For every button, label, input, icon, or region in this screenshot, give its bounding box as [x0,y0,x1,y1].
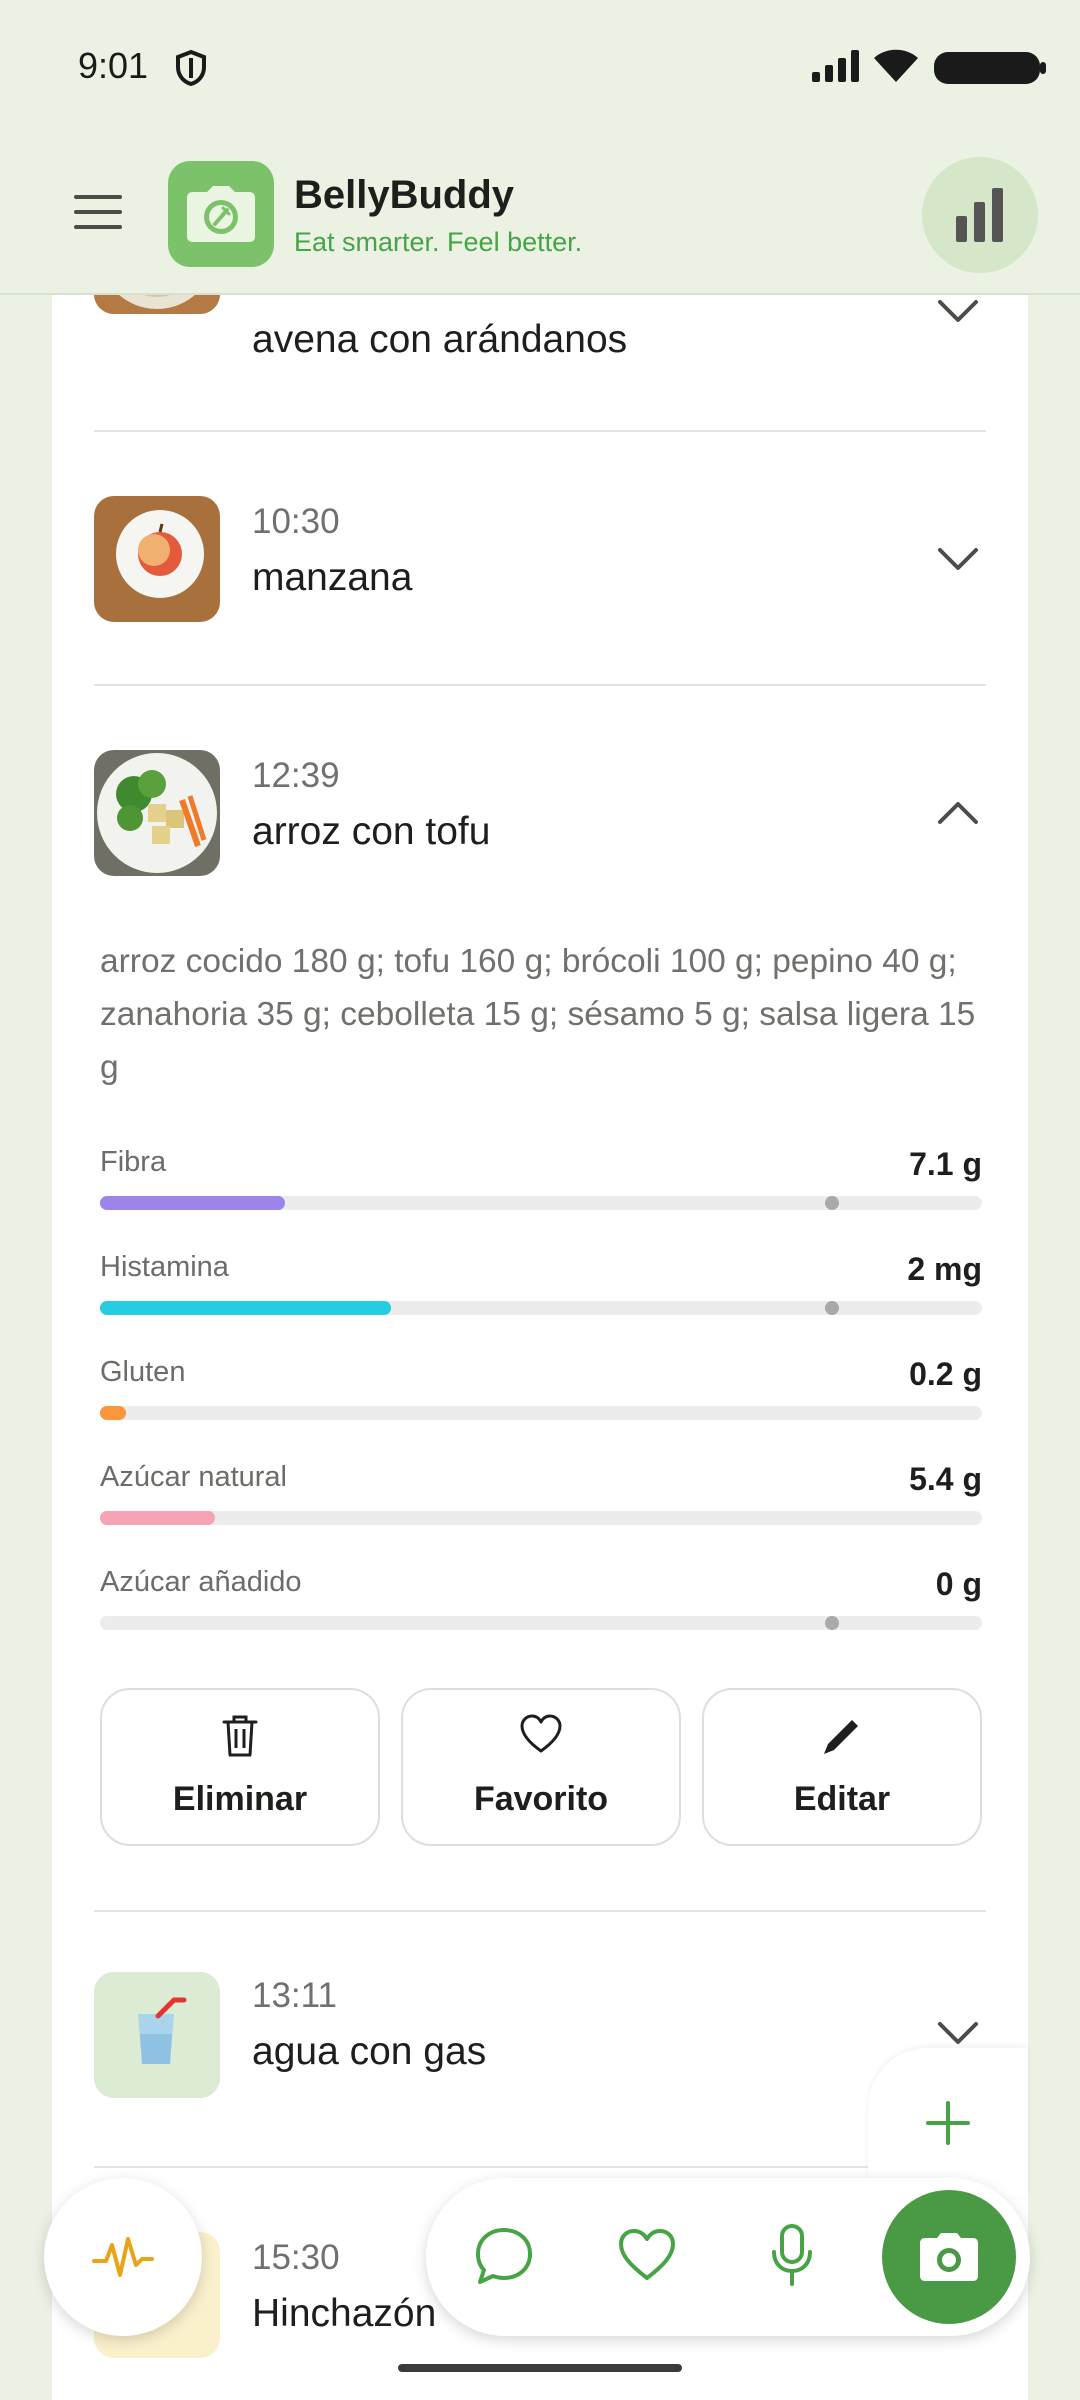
nutrient-row: Gluten 0.2 g [100,1356,982,1436]
nutrient-value: 0 g [935,1566,982,1602]
nutrient-label: Azúcar natural [100,1461,287,1493]
microphone-icon[interactable] [770,2224,814,2286]
nutrient-value: 2 mg [907,1251,982,1287]
nutrient-progress-track [100,1301,982,1315]
rice-tofu-bowl-photo [94,750,220,876]
chevron-up-icon[interactable] [936,798,980,828]
heart-icon[interactable] [618,2228,676,2282]
camera-button[interactable] [882,2190,1016,2324]
meal-time: 15:30 [252,2238,340,2277]
symptom-log-button[interactable] [44,2178,202,2336]
nutrient-progress-fill [100,1301,391,1315]
meal-time: 12:39 [252,756,340,795]
delete-button[interactable]: Eliminar [100,1688,380,1846]
chevron-down-icon[interactable] [936,2018,980,2048]
nutrient-progress-fill [100,1196,285,1210]
trash-icon [222,1715,258,1757]
apple-photo [94,496,220,622]
nutrient-row: Azúcar natural 5.4 g [100,1461,982,1541]
meal-name: arroz con tofu [252,810,491,853]
stats-button[interactable] [922,157,1038,273]
status-bar: 9:01 [0,0,1080,135]
edit-button[interactable]: Editar [702,1688,982,1846]
app-header: BellyBuddy Eat smarter. Feel better. [0,135,1080,295]
meal-time: 13:11 [252,1976,337,2015]
favorite-button[interactable]: Favorito [401,1688,681,1846]
camera-logo-icon [187,186,255,242]
meal-name: agua con gas [252,2030,487,2073]
pencil-icon [824,1720,858,1754]
plus-icon [926,2101,970,2145]
nutrient-progress-track [100,1511,982,1525]
nutrient-row: Fibra 7.1 g [100,1146,982,1226]
pulse-icon [92,2237,154,2277]
app-logo [168,161,274,267]
nutrient-value: 5.4 g [909,1461,982,1497]
nutrient-progress-track [100,1196,982,1210]
app-tagline: Eat smarter. Feel better. [294,227,583,257]
edit-label: Editar [793,1780,891,1818]
nutrient-progress-track [100,1616,982,1630]
meal-name: Hinchazón [252,2292,437,2335]
meal-item[interactable]: 10:30 manzana [52,432,1028,682]
chat-icon[interactable] [474,2226,534,2286]
nutrient-limit-marker [825,1616,839,1630]
chevron-down-icon[interactable] [936,544,980,574]
nutrient-value: 0.2 g [909,1356,982,1392]
add-button[interactable] [868,2048,1028,2198]
bottom-action-bar [426,2178,1030,2336]
delete-label: Eliminar [172,1780,308,1818]
camera-icon [920,2233,978,2281]
nutrient-row: Azúcar añadido 0 g [100,1566,982,1646]
nutrient-value: 7.1 g [909,1146,982,1182]
nutrient-label: Histamina [100,1251,229,1283]
battery-icon [934,52,1046,84]
nutrient-label: Fibra [100,1146,167,1178]
heart-icon [520,1714,562,1753]
nutrient-progress-fill [100,1406,126,1420]
nutrient-limit-marker [825,1301,839,1315]
signal-icon [812,50,859,82]
favorite-label: Favorito [473,1780,609,1818]
meal-time: 10:30 [252,502,340,541]
nutrient-limit-marker [825,1196,839,1210]
status-time: 9:01 [78,45,149,86]
home-indicator [398,2364,682,2372]
chevron-down-icon[interactable] [936,296,980,326]
nutrient-label: Azúcar añadido [100,1566,302,1598]
glass-drink-icon [94,1972,220,2098]
app-title: BellyBuddy [294,173,515,217]
nutrient-progress-fill [100,1511,215,1525]
nutrient-progress-track [100,1406,982,1420]
nutrient-row: Histamina 2 mg [100,1251,982,1331]
nutrient-label: Gluten [100,1356,186,1388]
meal-name: manzana [252,556,413,599]
bar-chart-icon [956,188,1003,242]
shield-icon [176,49,206,87]
menu-icon[interactable] [74,195,124,233]
meal-item-expanded[interactable]: 12:39 arroz con tofu [52,686,1028,926]
ingredients-text: arroz cocido 180 g; tofu 160 g; brócoli … [100,943,976,1086]
meal-name: avena con arándanos [252,318,628,361]
wifi-icon [874,49,918,82]
